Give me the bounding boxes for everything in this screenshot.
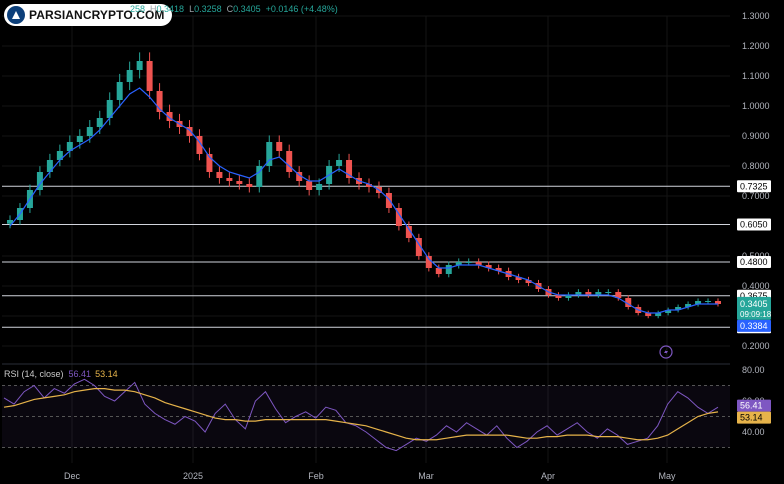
price-tick-label: 0.2000: [742, 341, 770, 351]
candle-body: [96, 118, 103, 127]
price-tick-label: 0.9000: [742, 131, 770, 141]
close-value: 0.3405: [233, 4, 261, 14]
time-tick-label: Dec: [64, 471, 81, 481]
time-tick-label: Feb: [308, 471, 324, 481]
rsi-value-tag: 56.41: [740, 401, 763, 411]
price-tick-label: 0.8000: [742, 161, 770, 171]
chart-screen: 1.3000 1.2000 1.1000 1.0000 0.9000 0.8000 0.70…: [0, 0, 784, 484]
brand-mark-icon: [7, 6, 25, 24]
candle-body: [286, 151, 293, 172]
high-label: H: [150, 4, 157, 14]
open-value: 258: [130, 4, 146, 14]
time-tick-label: Mar: [418, 471, 434, 481]
candle-body: [216, 172, 223, 178]
rsi-title: RSI (14, close): [4, 369, 64, 379]
current-price-tag: 0.3405: [740, 299, 768, 309]
candle-body: [276, 142, 283, 151]
candle-body: [425, 256, 432, 268]
candle-body: [146, 61, 153, 91]
high-value: 0.3418: [156, 4, 185, 14]
candle-body: [385, 193, 392, 208]
ohlc-legend: 258 H0.3418 L0.3258 C0.3405 +0.0146 (+4.48%): [130, 4, 343, 14]
lightning-icon[interactable]: [659, 345, 673, 359]
candle-body: [86, 127, 93, 136]
candle-body: [306, 181, 313, 190]
price-tick-label: 1.2000: [742, 41, 770, 51]
axis-tags: 0.73250.60500.48000.36750.26250.340509:0…: [737, 180, 772, 424]
candle-body: [316, 184, 323, 190]
time-tick-label: May: [658, 471, 676, 481]
rsi-ma-value-tag: 53.14: [740, 413, 763, 423]
rsi-tick-label: 40.00: [742, 427, 765, 437]
candle-body: [435, 268, 442, 274]
chart-svg: 1.3000 1.2000 1.1000 1.0000 0.9000 0.8000 0.70…: [2, 11, 772, 481]
level-tag: 0.6050: [740, 220, 768, 230]
horizontal-levels: [2, 185, 730, 328]
price-tick-label: 1.1000: [742, 71, 770, 81]
moving-average: [9, 87, 718, 314]
candle-body: [465, 262, 472, 263]
countdown-tag: 09:09:18: [740, 310, 772, 319]
price-tick-label: 1.0000: [742, 101, 770, 111]
candle-body: [705, 301, 712, 302]
rsi-value: 56.41: [68, 369, 92, 379]
candle-body: [126, 70, 133, 82]
price-tick-label: 1.3000: [742, 11, 770, 21]
candle-body: [445, 265, 452, 274]
level-tag: 0.4800: [740, 257, 768, 267]
price-tick-label: 0.7000: [742, 191, 770, 201]
candle-body: [226, 178, 233, 181]
price-tick-label: 0.4000: [742, 281, 770, 291]
low-value: 0.3258: [194, 4, 222, 14]
candle-body: [246, 184, 253, 187]
level-tag: 0.7325: [740, 181, 768, 191]
time-tick-label: 2025: [183, 471, 203, 481]
candle-body: [136, 61, 143, 70]
rsi-ma-value: 53.14: [95, 369, 118, 379]
candle-body: [336, 160, 343, 166]
rsi-tick-label: 80.00: [742, 365, 765, 375]
candles: [7, 52, 721, 319]
time-axis: Dec 2025 Feb Mar Apr May: [64, 471, 676, 481]
rsi-legend: RSI (14, close) 56.41 53.14: [4, 369, 118, 379]
candle-body: [116, 82, 123, 100]
time-tick-label: Apr: [541, 471, 555, 481]
change-value: +0.0146 (+4.48%): [265, 4, 338, 14]
candle-body: [76, 136, 83, 142]
ma-line: [9, 87, 718, 314]
candle-body: [605, 292, 612, 293]
candle-body: [236, 181, 243, 184]
ma-price-tag: 0.3384: [740, 321, 768, 331]
